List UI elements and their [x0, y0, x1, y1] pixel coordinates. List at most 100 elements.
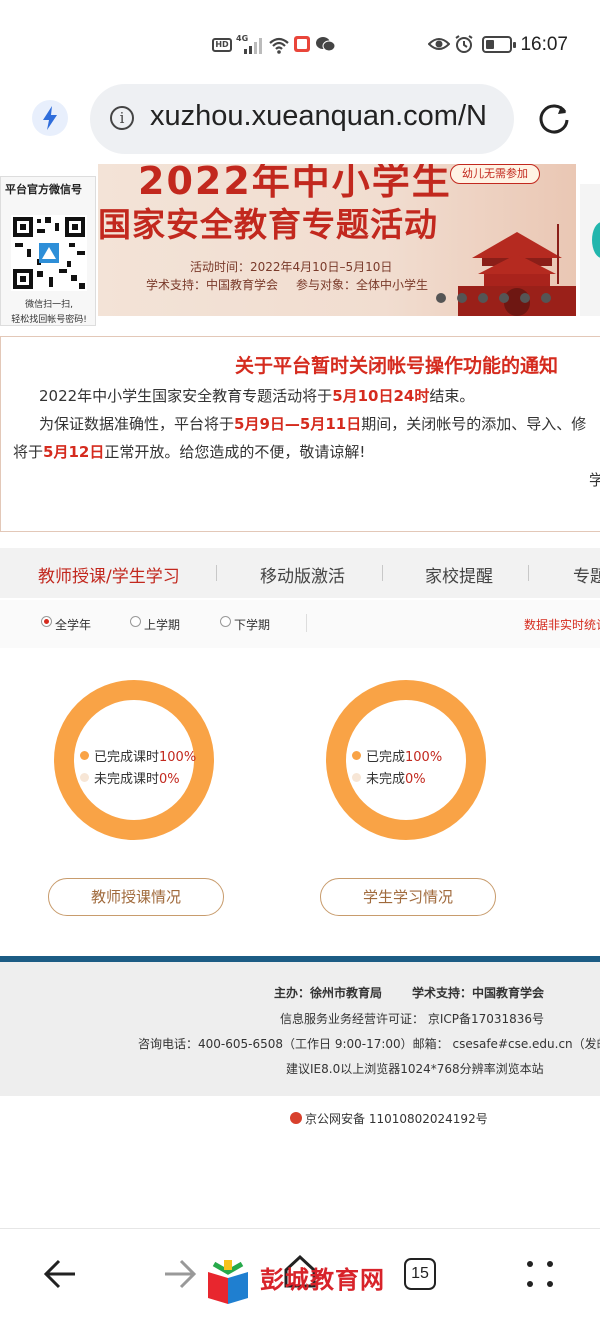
tab-divider [528, 565, 529, 581]
radio-label[interactable]: 下学期 [234, 616, 270, 633]
qr-code-icon [11, 215, 87, 291]
footer-host: 主办：徐州市教育局 [274, 984, 382, 1001]
browser-toolbar: i xuzhou.xueanquan.com/N [0, 84, 600, 158]
notice-text: 为保证数据准确性，平台将于 [39, 415, 235, 433]
legend-value: 0% [159, 772, 180, 787]
site-footer: 主办：徐州市教育局 学术支持：中国教育学会 信息服务业务经营许可证： 京ICP备… [0, 962, 600, 1096]
tab-mobile-activation[interactable]: 移动版激活 [260, 562, 345, 587]
menu-dots-icon[interactable] [522, 1258, 558, 1290]
legend-value: 100% [405, 750, 443, 765]
watermark-text: 彭城教育网 [260, 1266, 385, 1294]
legend-dot [80, 751, 89, 760]
wifi-icon [269, 37, 289, 54]
police-record-text: 京公网安备 11010802024192号 [305, 1112, 488, 1126]
radio-second-term[interactable] [220, 616, 231, 627]
carousel-dot[interactable] [520, 293, 530, 303]
footer-contact: 咨询电话：400-605-6508（工作日 9:00-17:00）邮箱： cse… [138, 1037, 600, 1051]
wechat-qr-panel: 平台官方微信号 微信扫一扫, 轻松找回帐号密码! [0, 176, 96, 326]
tab-divider [216, 565, 217, 581]
stats-note: 数据非实时统计 [524, 618, 600, 632]
legend-label: 已完成课时 [94, 750, 160, 765]
footer-value: 中国教育学会 [472, 986, 545, 1000]
footer-browser-tip: 建议IE8.0以上浏览器1024*768分辨率浏览本站 [286, 1062, 544, 1076]
bolt-icon[interactable] [32, 100, 68, 136]
legend-incomplete: 未完成课时0% [80, 768, 180, 787]
wechat-icon [316, 37, 336, 52]
notice-text: 2022年中小学生国家安全教育专题活动将于 [39, 387, 333, 405]
footer-label: 主办： [274, 986, 311, 1000]
notice-text: 正常开放。给您造成的不便，敬请谅解! [104, 443, 366, 461]
notice-paragraph-3: 将于5月12日正常开放。给您造成的不便，敬请谅解! [13, 441, 365, 462]
signal-icon [244, 38, 262, 54]
banner-support: 学术支持：中国教育学会 [146, 278, 279, 292]
notice-paragraph-2: 为保证数据准确性，平台将于5月9日—5月11日期间，关闭帐号的添加、导入、修 [39, 413, 586, 434]
legend-value: 0% [405, 772, 426, 787]
radio-label[interactable]: 全学年 [55, 616, 91, 633]
notice-paragraph-4: 学 [589, 471, 600, 489]
police-record[interactable]: 京公网安备 11010802024192号 [290, 1110, 488, 1127]
tab-special-topic[interactable]: 专题 [573, 562, 600, 587]
notice-text: 将于 [13, 443, 44, 461]
activity-banner[interactable]: 2022年中小学生 国家安全教育专题活动 幼儿无需参加 活动时间：2022年4月… [98, 164, 576, 316]
legend-dot [352, 773, 361, 782]
legend-label: 已完成 [366, 750, 406, 765]
banner-badge: 幼儿无需参加 [450, 164, 540, 184]
tab-home-school[interactable]: 家校提醒 [425, 562, 493, 587]
status-time: 16:07 [520, 34, 568, 55]
term-filter: 全学年 上学期 下学期 数据非实时统计 [0, 600, 600, 648]
legend-completed: 已完成课时100% [80, 746, 196, 765]
notice-text: 期间，关闭帐号的添加、导入、修 [361, 415, 587, 433]
legend-label: 未完成 [366, 772, 406, 787]
banner-carousel-dots[interactable] [436, 288, 562, 307]
legend-label: 未完成课时 [94, 772, 160, 787]
carousel-dot[interactable] [478, 293, 488, 303]
teacher-teaching-button[interactable]: 教师授课情况 [48, 878, 224, 916]
carousel-dot[interactable] [541, 293, 551, 303]
banner-audience: 参与对象：全体中小学生 [296, 278, 429, 292]
radio-label[interactable]: 上学期 [144, 616, 180, 633]
banner-activity-time: 活动时间：2022年4月10日–5月10日 [190, 260, 393, 274]
watermark-logo: 彭城教育网 [200, 1256, 400, 1308]
battery-icon [482, 36, 516, 53]
radio-full-year[interactable] [41, 616, 52, 627]
carousel-dot[interactable] [457, 293, 467, 303]
footer-label: 学术支持： [412, 986, 473, 1000]
legend-completed: 已完成100% [352, 746, 442, 765]
info-icon[interactable]: i [110, 106, 134, 130]
student-learning-button[interactable]: 学生学习情况 [320, 878, 496, 916]
qr-caption-2: 轻松找回帐号密码! [11, 315, 87, 325]
footer-value: 徐州市教育局 [310, 986, 383, 1000]
filter-divider [306, 614, 307, 632]
legend-dot [80, 773, 89, 782]
app-notification-icon [294, 36, 310, 52]
legend-incomplete: 未完成0% [352, 768, 426, 787]
carousel-dot[interactable] [436, 293, 446, 303]
back-arrow-icon[interactable] [42, 1256, 78, 1292]
qr-title: 平台官方微信号 [5, 183, 82, 196]
eye-icon [428, 38, 450, 50]
footer-support: 学术支持：中国教育学会 [412, 984, 544, 1001]
police-emblem-icon [290, 1112, 302, 1124]
qr-caption-1: 微信扫一扫, [25, 300, 73, 310]
alarm-icon [455, 35, 473, 53]
url-text[interactable]: xuzhou.xueanquan.com/N [150, 100, 487, 133]
carousel-dot[interactable] [499, 293, 509, 303]
radio-first-term[interactable] [130, 616, 141, 627]
status-bar: HD 4G 16:07 [0, 0, 600, 88]
notice-highlight: 5月9日—5月11日 [234, 415, 362, 433]
notice-panel: 关于平台暂时关闭帐号操作功能的通知 2022年中小学生国家安全教育专题活动将于5… [0, 336, 600, 532]
feature-tabs: 教师授课/学生学习 移动版激活 家校提醒 专题 [0, 548, 600, 598]
legend-value: 100% [159, 750, 197, 765]
tab-count-button[interactable]: 15 [404, 1258, 436, 1290]
book-logo-icon [208, 1260, 248, 1304]
tab-teacher-student[interactable]: 教师授课/学生学习 [38, 562, 180, 587]
banner-headline: 国家安全教育专题活动 [98, 205, 438, 244]
forward-arrow-icon[interactable] [162, 1256, 198, 1292]
address-bar[interactable]: i xuzhou.xueanquan.com/N [90, 84, 514, 154]
footer-license[interactable]: 信息服务业务经营许可证： 京ICP备17031836号 [280, 1010, 544, 1027]
notice-highlight: 5月10日24时 [332, 387, 430, 405]
tab-divider [382, 565, 383, 581]
reload-icon[interactable] [534, 100, 574, 140]
hd-badge: HD [212, 38, 232, 52]
notice-highlight: 5月12日 [43, 443, 105, 461]
